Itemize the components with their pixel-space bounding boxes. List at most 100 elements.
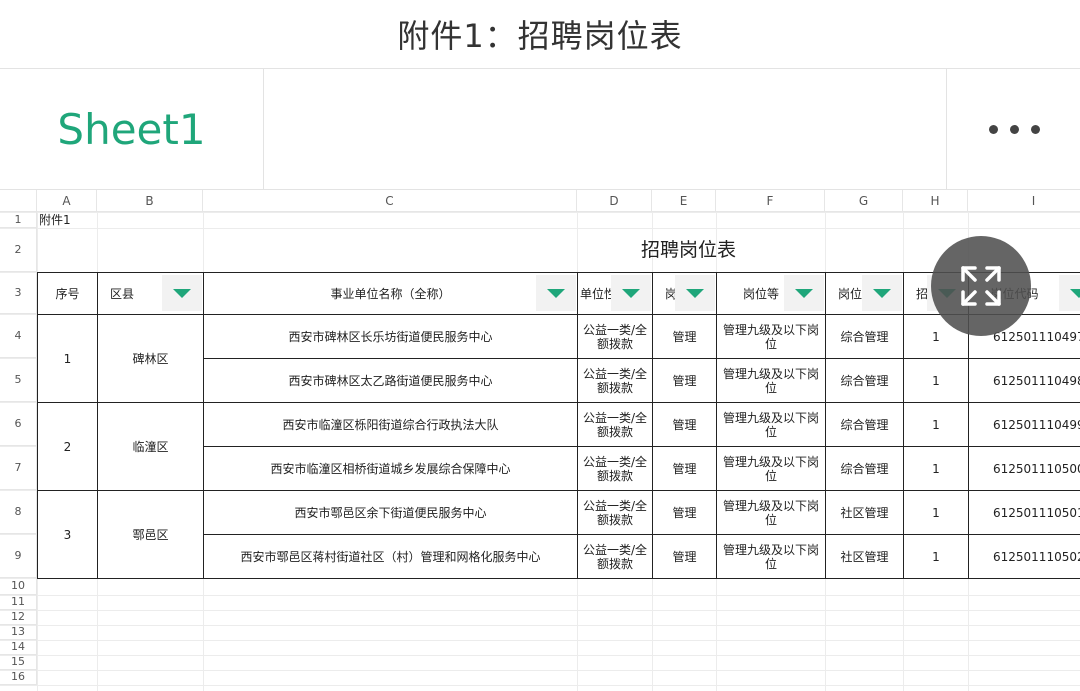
seq-cell[interactable]: 3 <box>37 490 98 579</box>
row-header-3[interactable]: 3 <box>0 272 37 314</box>
filter-button[interactable] <box>536 275 576 311</box>
record-post-cell[interactable]: 综合管理 <box>825 402 904 447</box>
column-header-h[interactable]: H <box>903 190 968 212</box>
filter-button[interactable] <box>675 275 715 311</box>
record-unit-cell[interactable]: 西安市临潼区栎阳街道综合行政执法大队 <box>203 402 578 447</box>
cell-a1[interactable]: 附件1 <box>39 212 119 228</box>
record-level-cell[interactable]: 管理九级及以下岗位 <box>716 314 826 359</box>
record-post-cell[interactable]: 社区管理 <box>825 534 904 579</box>
sheet-tab-bar: Sheet1 <box>0 68 1080 190</box>
record-category-cell[interactable]: 管理 <box>652 314 717 359</box>
record-category-cell[interactable]: 管理 <box>652 534 717 579</box>
column-header-f[interactable]: F <box>716 190 825 212</box>
record-count-cell[interactable]: 1 <box>903 358 969 403</box>
column-header-g[interactable]: G <box>825 190 903 212</box>
column-header-d[interactable]: D <box>577 190 652 212</box>
record-count-cell[interactable]: 1 <box>903 402 969 447</box>
row-header-6[interactable]: 6 <box>0 402 37 446</box>
record-unit-cell[interactable]: 西安市鄠邑区余下街道便民服务中心 <box>203 490 578 535</box>
gridline <box>0 625 1080 626</box>
record-funding-cell[interactable]: 公益一类/全额拨款 <box>577 446 653 491</box>
more-dots-icon <box>1030 124 1040 134</box>
record-unit-cell[interactable]: 西安市鄠邑区蒋村街道社区（村）管理和网格化服务中心 <box>203 534 578 579</box>
filter-button[interactable] <box>784 275 824 311</box>
gridline <box>0 610 1080 611</box>
table-title[interactable]: 招聘岗位表 <box>97 228 1080 272</box>
seq-cell[interactable]: 2 <box>37 402 98 491</box>
gridline <box>0 640 1080 641</box>
filter-button[interactable] <box>1059 275 1080 311</box>
row-header-12[interactable]: 12 <box>0 610 37 625</box>
column-header-e[interactable]: E <box>652 190 716 212</box>
record-level-cell[interactable]: 管理九级及以下岗位 <box>716 534 826 579</box>
gridline <box>0 670 1080 671</box>
more-dots-icon <box>988 124 998 134</box>
record-category-cell[interactable]: 管理 <box>652 402 717 447</box>
corner-cell[interactable] <box>0 190 37 212</box>
row-header-16[interactable]: 16 <box>0 670 37 685</box>
filter-triangle-icon <box>686 288 704 298</box>
record-level-cell[interactable]: 管理九级及以下岗位 <box>716 358 826 403</box>
record-post-cell[interactable]: 综合管理 <box>825 358 904 403</box>
record-funding-cell[interactable]: 公益一类/全额拨款 <box>577 314 653 359</box>
record-funding-cell[interactable]: 公益一类/全额拨款 <box>577 402 653 447</box>
record-funding-cell[interactable]: 公益一类/全额拨款 <box>577 534 653 579</box>
more-button[interactable] <box>946 69 1080 189</box>
column-header-i[interactable]: I <box>968 190 1080 212</box>
row-header-9[interactable]: 9 <box>0 534 37 578</box>
row-header-10[interactable]: 10 <box>0 578 37 595</box>
filter-triangle-icon <box>547 288 565 298</box>
seq-cell[interactable]: 1 <box>37 314 98 403</box>
record-level-cell[interactable]: 管理九级及以下岗位 <box>716 402 826 447</box>
row-header-1[interactable]: 1 <box>0 212 37 228</box>
filter-triangle-icon <box>795 288 813 298</box>
record-level-cell[interactable]: 管理九级及以下岗位 <box>716 446 826 491</box>
expand-fullscreen-icon <box>961 266 1001 306</box>
row-header-11[interactable]: 11 <box>0 595 37 610</box>
record-count-cell[interactable]: 1 <box>903 534 969 579</box>
record-code-cell[interactable]: 612501110502 <box>968 534 1080 579</box>
record-code-cell[interactable]: 612501110499 <box>968 402 1080 447</box>
record-code-cell[interactable]: 612501110498 <box>968 358 1080 403</box>
filter-button[interactable] <box>611 275 651 311</box>
record-post-cell[interactable]: 社区管理 <box>825 490 904 535</box>
spreadsheet-grid[interactable]: A B C D E F G H I 1 2 3 4 5 6 7 8 9 10 11 12 13 14 15 16 附件1 招聘岗位表… <box>0 190 1080 691</box>
record-count-cell[interactable]: 1 <box>903 490 969 535</box>
record-unit-cell[interactable]: 西安市临潼区相桥街道城乡发展综合保障中心 <box>203 446 578 491</box>
row-header-2[interactable]: 2 <box>0 228 37 272</box>
record-code-cell[interactable]: 612501110501 <box>968 490 1080 535</box>
record-unit-cell[interactable]: 西安市碑林区长乐坊街道便民服务中心 <box>203 314 578 359</box>
filter-button[interactable] <box>162 275 202 311</box>
column-header-c[interactable]: C <box>203 190 577 212</box>
filter-triangle-icon <box>873 288 891 298</box>
district-cell[interactable]: 鄠邑区 <box>97 490 204 579</box>
sheet-tab-sheet1[interactable]: Sheet1 <box>0 69 264 189</box>
filter-triangle-icon <box>622 288 640 298</box>
row-header-13[interactable]: 13 <box>0 625 37 640</box>
record-funding-cell[interactable]: 公益一类/全额拨款 <box>577 490 653 535</box>
column-header-b[interactable]: B <box>97 190 203 212</box>
record-category-cell[interactable]: 管理 <box>652 446 717 491</box>
record-count-cell[interactable]: 1 <box>903 446 969 491</box>
record-category-cell[interactable]: 管理 <box>652 358 717 403</box>
record-post-cell[interactable]: 综合管理 <box>825 446 904 491</box>
record-category-cell[interactable]: 管理 <box>652 490 717 535</box>
filter-button[interactable] <box>862 275 902 311</box>
header-seq[interactable]: 序号 <box>37 272 98 315</box>
expand-button[interactable] <box>931 236 1031 336</box>
column-header-a[interactable]: A <box>37 190 97 212</box>
row-header-14[interactable]: 14 <box>0 640 37 655</box>
row-header-15[interactable]: 15 <box>0 655 37 670</box>
header-unit[interactable]: 事业单位名称（全称） <box>203 272 578 315</box>
row-header-8[interactable]: 8 <box>0 490 37 534</box>
record-funding-cell[interactable]: 公益一类/全额拨款 <box>577 358 653 403</box>
district-cell[interactable]: 临潼区 <box>97 402 204 491</box>
record-post-cell[interactable]: 综合管理 <box>825 314 904 359</box>
row-header-5[interactable]: 5 <box>0 358 37 402</box>
row-header-4[interactable]: 4 <box>0 314 37 358</box>
record-code-cell[interactable]: 612501110500 <box>968 446 1080 491</box>
district-cell[interactable]: 碑林区 <box>97 314 204 403</box>
row-header-7[interactable]: 7 <box>0 446 37 490</box>
record-unit-cell[interactable]: 西安市碑林区太乙路街道便民服务中心 <box>203 358 578 403</box>
record-level-cell[interactable]: 管理九级及以下岗位 <box>716 490 826 535</box>
